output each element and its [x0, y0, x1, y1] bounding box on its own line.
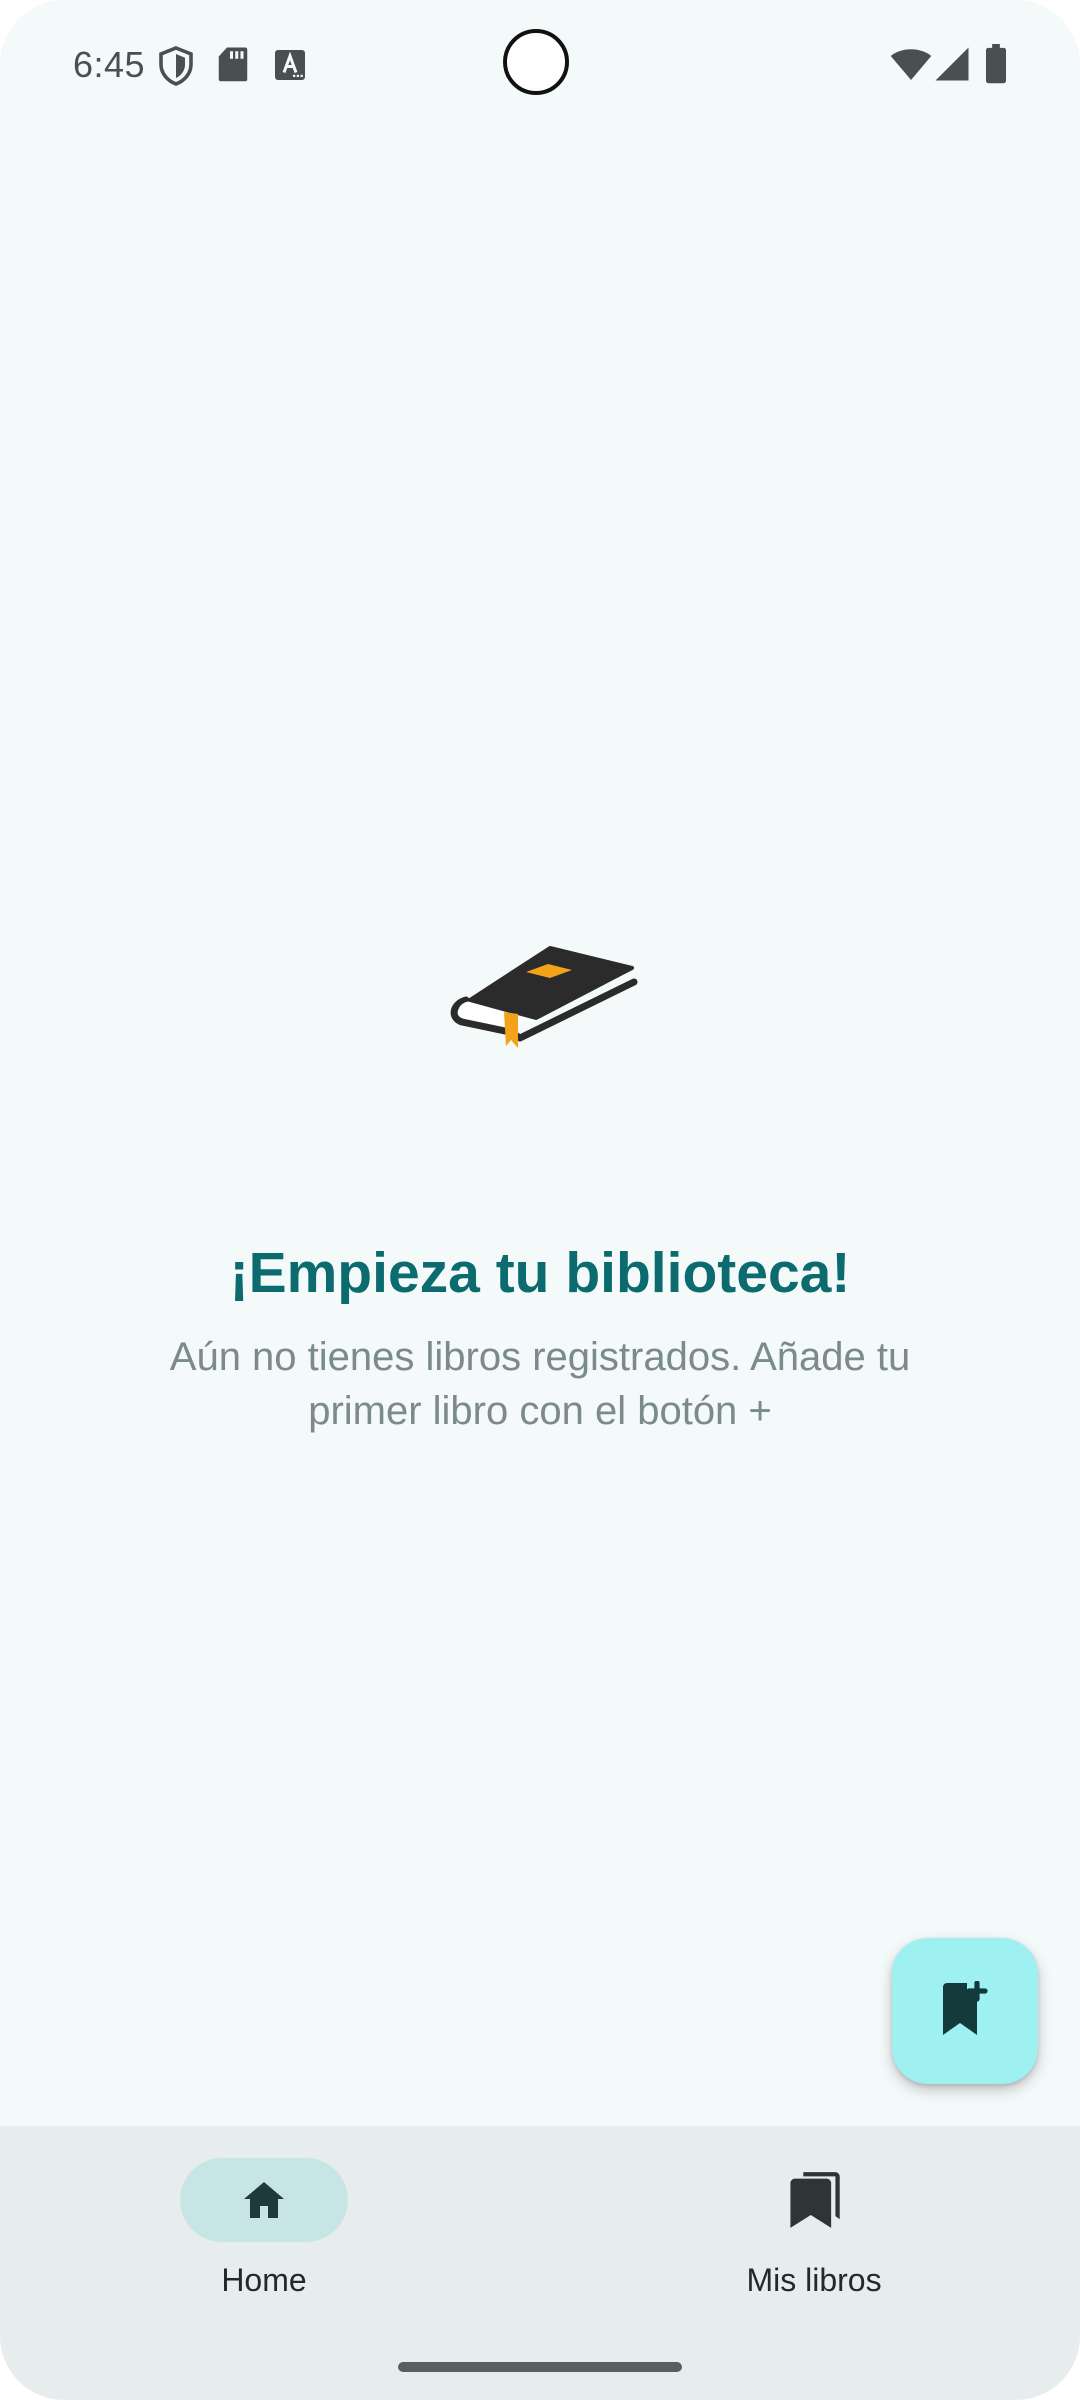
battery-icon [985, 44, 1007, 89]
gesture-home-indicator[interactable] [398, 2362, 682, 2372]
nav-item-home[interactable]: Home [134, 2158, 394, 2338]
nav-item-mis-libros[interactable]: Mis libros [684, 2158, 944, 2338]
signal-icon [934, 46, 970, 87]
nav-label-mis-libros: Mis libros [746, 2262, 882, 2298]
empty-state-title: ¡Empieza tu biblioteca! [229, 1241, 851, 1305]
home-icon [240, 2176, 288, 2224]
add-book-button[interactable] [892, 1938, 1038, 2084]
keyboard-a-icon [275, 50, 305, 85]
status-time: 6:45 [73, 44, 146, 85]
camera-cutout [503, 29, 569, 95]
bottom-navigation: Home Mis libros [0, 2126, 1080, 2400]
app-screen: 6:45 ¡Empieza tu biblioteca! Aún no tien… [0, 0, 1080, 2400]
book-icon [440, 940, 640, 1060]
shield-icon [158, 46, 194, 91]
wifi-icon [890, 48, 932, 87]
sd-card-icon [218, 46, 248, 87]
status-bar: 6:45 [0, 0, 1080, 130]
empty-state-subtitle: Aún no tienes libros registrados. Añade … [169, 1335, 911, 1433]
nav-label-home: Home [221, 2262, 307, 2298]
bookmark-add-icon [939, 1979, 991, 2042]
bookmarks-icon [786, 2170, 842, 2230]
